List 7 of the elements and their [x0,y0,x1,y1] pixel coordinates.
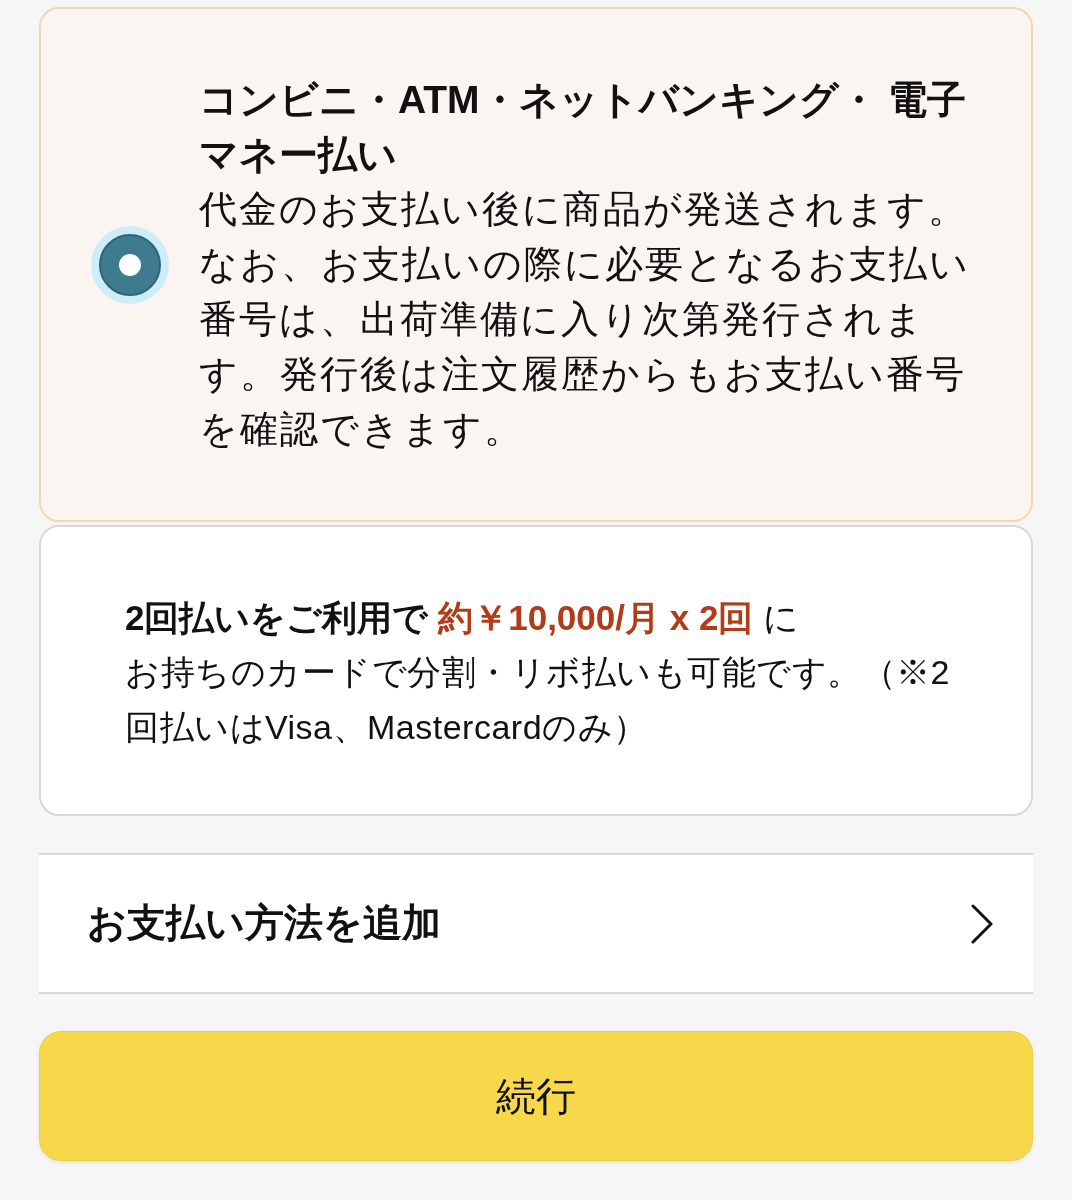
option-title: コンビニ・ATM・ネットバンキング・ 電子マネー払い [199,77,968,178]
option-description: 代金のお支払い後に商品が発送されます。なお、お支払いの際に必要となるお支払い番号は、出荷準備に入り次第発行されます。発行後は注文履歴からもお支払い番号を確認できます。 [199,187,971,452]
chevron-right-icon [971,903,993,944]
continue-button[interactable]: 続行 [39,1031,1033,1161]
installment-detail: お持ちのカードで分割・リボ払いも可能です。（※2回払いはVisa、Mastercardのみ） [125,652,951,748]
add-payment-method-row[interactable]: お支払い方法を追加 [39,853,1033,994]
installment-summary: 2回払いをご利用で 約￥10,000/月 x 2回 に [125,597,801,639]
